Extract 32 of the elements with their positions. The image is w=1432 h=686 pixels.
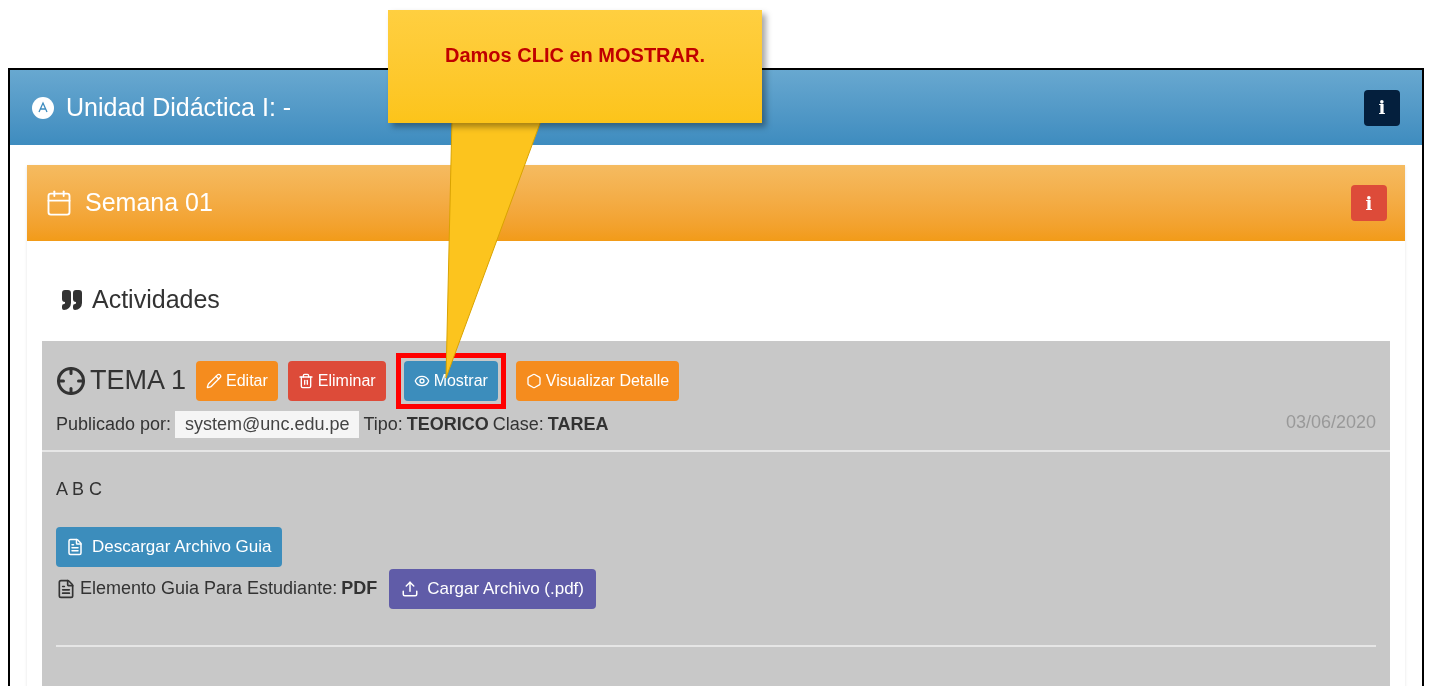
description: A B C [56,477,104,501]
unit-title: Unidad Didáctica I: - [66,91,292,123]
pencil-icon [206,372,223,389]
published-label: Publicado por: [56,412,172,436]
show-button[interactable]: Mostrar [403,360,498,401]
upload-icon [401,579,420,598]
upload-button[interactable]: Cargar Archivo (.pdf) [389,568,596,609]
week-title: Semana 01 [85,187,213,219]
document-icon [66,537,84,556]
document-icon [56,578,76,599]
element-label: Elemento Guia Para Estudiante: [80,577,338,600]
calendar-icon [45,189,73,217]
type-value: TEORICO [406,412,489,436]
quote-icon [60,287,84,312]
class-label: Clase: [492,412,544,436]
section-title: Actividades [92,284,220,315]
circle-letter-icon [32,96,54,119]
element-format: PDF [341,577,378,600]
publisher-email: system@unc.edu.pe [175,410,360,438]
crosshair-icon [56,365,86,396]
info-button[interactable]: i [1351,185,1387,221]
type-label: Tipo: [363,412,403,436]
callout-text: Damos CLIC en MOSTRAR. [445,43,705,68]
download-button[interactable]: Descargar Archivo Guia [56,526,282,567]
detail-button[interactable]: Visualizar Detalle [515,360,680,401]
info-button[interactable]: i [1364,89,1400,126]
activity-title: TEMA 1 [90,364,187,398]
class-value: TAREA [547,412,609,436]
trash-icon [297,372,314,389]
hexagon-icon [525,372,542,389]
delete-button[interactable]: Eliminar [287,360,386,401]
edit-button[interactable]: Editar [196,360,278,401]
